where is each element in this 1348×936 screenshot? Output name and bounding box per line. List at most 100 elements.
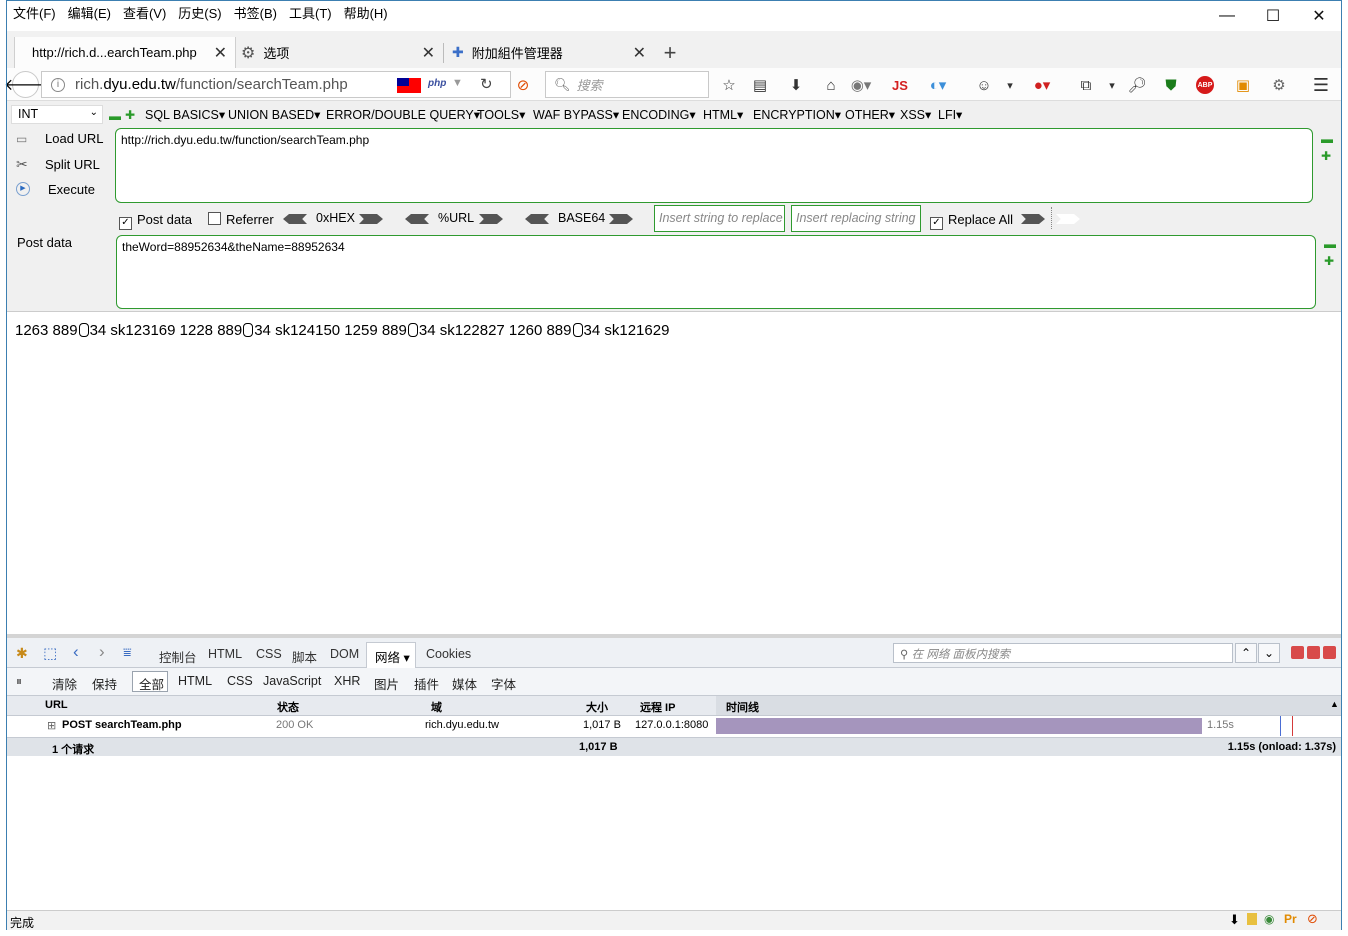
noscript-status-icon[interactable]: ⊘	[1307, 911, 1318, 927]
js-toggle-icon[interactable]: JS	[889, 74, 911, 96]
search-next-icon[interactable]: ⌄	[1258, 643, 1280, 663]
pagerank-icon[interactable]: Pr	[1284, 912, 1297, 926]
filter-all[interactable]: 全部	[139, 674, 164, 693]
menu-edit[interactable]: 编辑(E)	[68, 3, 111, 22]
minus-icon[interactable]: ▬	[1321, 133, 1333, 145]
url-textarea[interactable]: http://rich.dyu.edu.tw/function/searchTe…	[115, 128, 1313, 203]
menu-error-double-query[interactable]: ERROR/DOUBLE QUERY▾	[326, 107, 480, 122]
filter-css[interactable]: CSS	[227, 674, 253, 688]
detach-panel-icon[interactable]	[1307, 646, 1320, 659]
replace-all-checkbox[interactable]: ✓	[930, 217, 943, 230]
filter-media[interactable]: 媒体	[452, 674, 477, 693]
menu-xss[interactable]: XSS▾	[900, 107, 931, 122]
base64-decode-arrow-icon[interactable]	[609, 214, 633, 224]
post-data-textarea[interactable]: theWord=88952634&theName=88952634	[116, 235, 1316, 309]
referrer-checkbox[interactable]	[208, 212, 221, 225]
menu-view[interactable]: 查看(V)	[123, 3, 166, 22]
menu-dropdown-icon[interactable]: ▾	[999, 74, 1021, 96]
reload-icon[interactable]: ↻	[480, 75, 493, 93]
palette-icon[interactable]: ☺	[973, 74, 995, 96]
persist-button[interactable]: 保持	[92, 674, 117, 693]
tab-searchteam[interactable]: http://rich.d...earchTeam.php ✕	[14, 37, 236, 68]
info-icon[interactable]: i	[51, 77, 65, 92]
minimize-panel-icon[interactable]	[1291, 646, 1304, 659]
tab-dom[interactable]: DOM	[330, 647, 359, 661]
clear-button[interactable]: 清除	[52, 674, 77, 693]
pause-xhr-icon[interactable]: ⏸	[16, 674, 22, 689]
sort-arrow-icon[interactable]: ▲	[1330, 699, 1339, 709]
tab-css[interactable]: CSS	[256, 647, 282, 661]
forward-nav-icon[interactable]: ›	[99, 642, 105, 662]
plus-icon[interactable]: ✚	[1324, 255, 1334, 267]
replace-from-input[interactable]: Insert string to replace	[654, 205, 785, 232]
globe-dropdown-icon[interactable]: ◉▾	[850, 74, 872, 96]
url-encode-arrow-icon[interactable]	[405, 214, 429, 224]
close-window-button[interactable]: ✕	[1296, 1, 1342, 31]
url-bar[interactable]: i rich.dyu.edu.tw/function/searchTeam.ph…	[41, 71, 511, 98]
menu-bookmarks[interactable]: 书签(B)	[234, 3, 277, 22]
download-icon[interactable]: ⬇	[785, 74, 807, 96]
menu-html[interactable]: HTML▾	[703, 107, 743, 122]
menu-other[interactable]: OTHER▾	[845, 107, 895, 122]
column-domain[interactable]: 域	[431, 699, 442, 715]
tab-addons[interactable]: ✚ 附加組件管理器 ✕	[444, 37, 654, 68]
column-status[interactable]: 状态	[277, 699, 299, 715]
magnifier-icon[interactable]: 🔎︎	[1126, 74, 1148, 96]
request-url[interactable]: POST searchTeam.php	[62, 719, 182, 731]
screenshot-icon[interactable]: ⧉	[1075, 74, 1097, 96]
menu-sql-basics[interactable]: SQL BASICS▾	[145, 107, 225, 122]
menu-tools[interactable]: 工具(T)	[289, 3, 332, 22]
post-data-option[interactable]: ✓ Post data	[119, 212, 192, 230]
minimize-button[interactable]: —	[1204, 1, 1250, 31]
expand-icon[interactable]: ⊞	[47, 719, 56, 732]
close-tab-icon[interactable]: ✕	[214, 43, 227, 63]
url-decode-arrow-icon[interactable]	[479, 214, 503, 224]
menu-help[interactable]: 帮助(H)	[344, 3, 388, 22]
tab-cookies[interactable]: Cookies	[426, 647, 471, 661]
rss-icon[interactable]: ▣	[1232, 74, 1254, 96]
menu-waf-bypass[interactable]: WAF BYPASS▾	[533, 107, 619, 122]
shield-icon[interactable]: ⛊	[1160, 74, 1182, 96]
hamburger-menu-icon[interactable]: ☰	[1310, 74, 1332, 96]
globe-status-icon[interactable]: ◉	[1264, 912, 1274, 926]
filter-fonts[interactable]: 字体	[491, 674, 516, 693]
execute-button[interactable]: Execute	[48, 182, 95, 197]
close-tab-icon[interactable]: ✕	[633, 43, 646, 63]
close-panel-icon[interactable]	[1323, 646, 1336, 659]
bookmark-star-icon[interactable]: ☆	[718, 74, 740, 96]
hex-encode-arrow-icon[interactable]	[283, 214, 307, 224]
devtools-search-input[interactable]: ⚲ 在 网络 面板内搜索	[893, 643, 1233, 663]
method-select[interactable]: INT ⌄	[11, 105, 103, 124]
plus-icon[interactable]: ✚	[1321, 150, 1331, 162]
column-url[interactable]: URL	[45, 699, 68, 711]
page-info-icon[interactable]	[1247, 913, 1257, 925]
hex-decode-arrow-icon[interactable]	[359, 214, 383, 224]
referrer-option[interactable]: Referrer	[208, 212, 274, 227]
colorful-globe-icon[interactable]: ◐▾	[927, 74, 949, 96]
replace-all-option[interactable]: ✓ Replace All	[930, 212, 1013, 230]
back-button[interactable]: 🡐	[4, 71, 47, 98]
minus-icon[interactable]: ▬	[1324, 238, 1336, 250]
replace-to-input[interactable]: Insert replacing string	[791, 205, 921, 232]
column-size[interactable]: 大小	[586, 699, 608, 715]
home-icon[interactable]: ⌂	[820, 74, 842, 96]
tab-network[interactable]: 网络 ▾	[375, 647, 410, 666]
replace-all-arrow-icon[interactable]	[1056, 214, 1080, 224]
load-url-button[interactable]: Load URL	[45, 131, 104, 146]
tab-console[interactable]: 控制台	[159, 647, 197, 666]
screenshot-dropdown-icon[interactable]: ▾	[1101, 74, 1123, 96]
dropdown-arrow-icon[interactable]: ▼	[452, 77, 463, 89]
search-prev-icon[interactable]: ⌃	[1235, 643, 1257, 663]
tab-html[interactable]: HTML	[208, 647, 242, 661]
menu-history[interactable]: 历史(S)	[178, 3, 221, 22]
maximize-button[interactable]: ☐	[1250, 1, 1296, 31]
post-data-checkbox[interactable]: ✓	[119, 217, 132, 230]
command-line-icon[interactable]: ⩸	[123, 644, 132, 661]
filter-plugins[interactable]: 插件	[414, 674, 439, 693]
inspect-icon[interactable]: ⬚	[43, 644, 57, 662]
filter-xhr[interactable]: XHR	[334, 674, 360, 688]
network-request-row[interactable]: ⊞ POST searchTeam.php 200 OK rich.dyu.ed…	[7, 716, 1341, 736]
column-remote-ip[interactable]: 远程 IP	[640, 699, 675, 715]
column-timeline[interactable]: 时间线	[726, 699, 759, 715]
filter-html[interactable]: HTML	[178, 674, 212, 688]
